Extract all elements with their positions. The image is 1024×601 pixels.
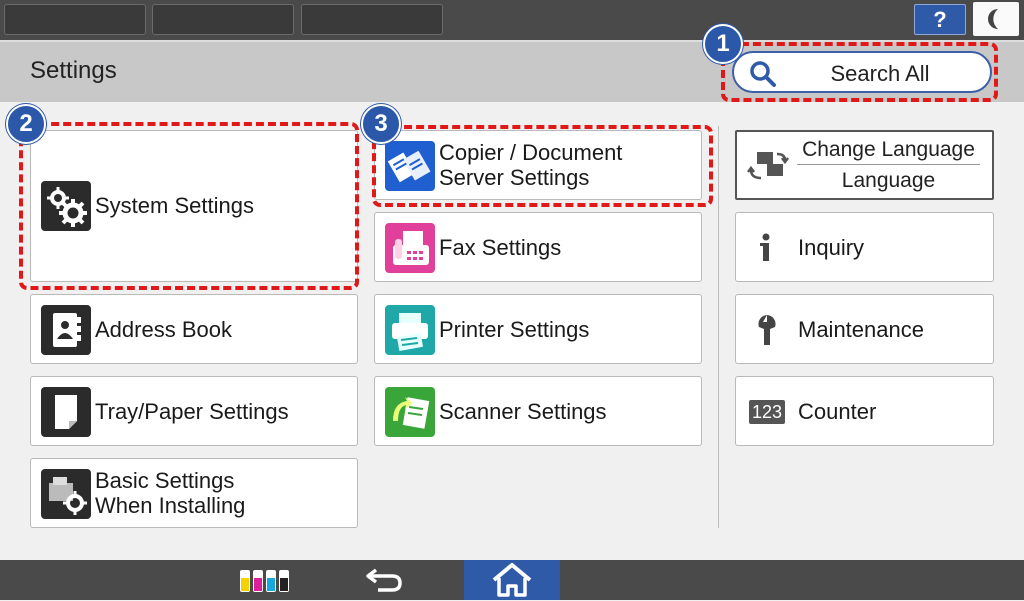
current-language-label: Language: [841, 169, 936, 192]
function-tab-2[interactable]: [152, 4, 294, 35]
address-book-icon: [41, 305, 91, 355]
paper-sheet-icon: [41, 387, 91, 437]
step-badge-3: 3: [361, 104, 401, 144]
basic-settings-when-installing-label: Basic Settings When Installing: [95, 468, 246, 518]
fax-settings-label: Fax Settings: [439, 235, 562, 260]
change-language-label: Change Language: [797, 138, 980, 165]
back-button[interactable]: [362, 564, 408, 596]
top-status-bar: ?: [0, 0, 1024, 40]
column-divider: [718, 126, 719, 528]
change-language-button[interactable]: Change Language Language: [735, 130, 994, 200]
language-switch-icon: [747, 152, 789, 180]
home-icon: [492, 563, 532, 597]
step-badge-2: 2: [6, 104, 46, 144]
step-badge-1: 1: [703, 24, 743, 64]
tray-paper-settings-label: Tray/Paper Settings: [95, 399, 289, 424]
printer-gear-icon: [41, 469, 91, 519]
back-arrow-icon: [366, 568, 402, 592]
counter-label: Counter: [798, 399, 877, 424]
callout-copier-settings: [372, 125, 713, 207]
address-book-label: Address Book: [95, 317, 232, 342]
help-button[interactable]: ?: [914, 4, 966, 35]
counter-tile[interactable]: 123 Counter: [735, 376, 994, 446]
fax-machine-icon: [385, 223, 435, 273]
info-icon: [760, 233, 770, 261]
callout-search-all: [721, 42, 998, 102]
energy-saver-button[interactable]: [973, 2, 1019, 36]
maintenance-tile[interactable]: Maintenance: [735, 294, 994, 364]
home-button[interactable]: [464, 560, 560, 600]
function-tab-3[interactable]: [301, 4, 443, 35]
question-mark-icon: ?: [933, 7, 947, 32]
printer-settings-label: Printer Settings: [439, 317, 590, 342]
bottom-nav-bar: [0, 560, 1024, 600]
scanner-settings-tile[interactable]: Scanner Settings: [374, 376, 702, 446]
maintenance-label: Maintenance: [798, 317, 924, 342]
inquiry-tile[interactable]: Inquiry: [735, 212, 994, 282]
page-title: Settings: [30, 57, 117, 84]
inquiry-label: Inquiry: [798, 235, 865, 260]
function-tab-1[interactable]: [4, 4, 146, 35]
fax-settings-tile[interactable]: Fax Settings: [374, 212, 702, 282]
callout-system-settings: [19, 122, 359, 290]
toner-levels-icon[interactable]: [238, 568, 294, 594]
printer-icon: [385, 305, 435, 355]
scanner-icon: [385, 387, 435, 437]
crescent-moon-icon: [988, 9, 998, 29]
basic-settings-when-installing-tile[interactable]: Basic Settings When Installing: [30, 458, 358, 528]
counter-123-icon: 123: [749, 400, 785, 424]
wrench-icon: [758, 315, 776, 345]
scanner-settings-label: Scanner Settings: [439, 399, 607, 424]
address-book-tile[interactable]: Address Book: [30, 294, 358, 364]
printer-settings-tile[interactable]: Printer Settings: [374, 294, 702, 364]
tray-paper-settings-tile[interactable]: Tray/Paper Settings: [30, 376, 358, 446]
